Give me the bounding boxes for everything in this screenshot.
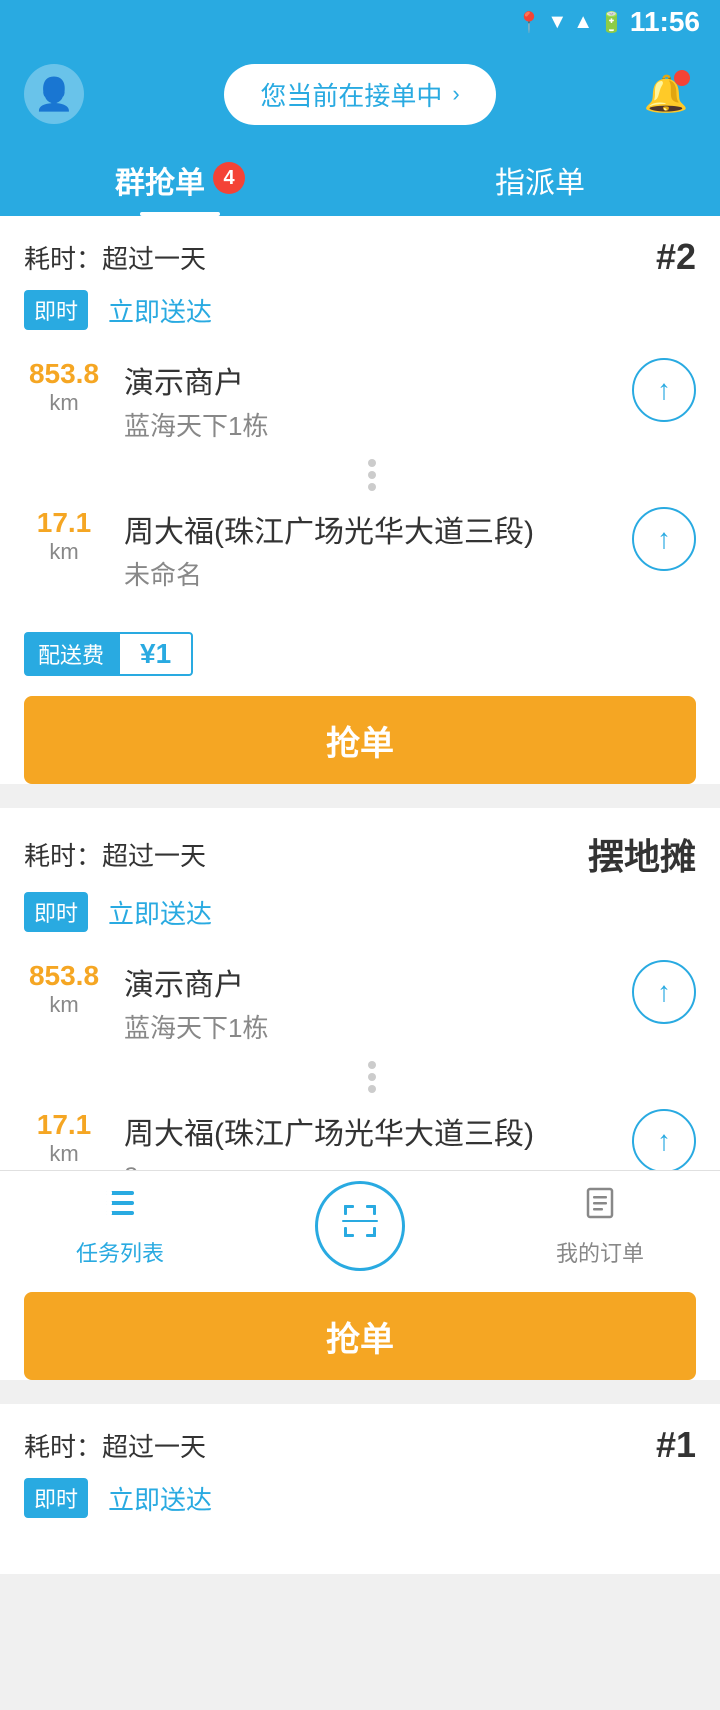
pickup-nav-btn-2[interactable]: ↑ xyxy=(632,960,696,1024)
delivery-detail-1: 未命名 xyxy=(124,555,612,592)
up-arrow-icon-4: ↑ xyxy=(657,1125,671,1157)
order-card-2: 耗时：超过一天 摆地摊 即时 立即送达 853.8 km 演示商户 蓝海天下1栋… xyxy=(0,808,720,1380)
instant-badge-3: 即时 xyxy=(24,1478,88,1518)
pickup-unit-2: km xyxy=(24,992,104,1018)
pickup-point-2: 853.8 km 演示商户 蓝海天下1栋 ↑ xyxy=(24,948,696,1057)
notification-button[interactable]: 🔔 xyxy=(636,64,696,124)
delivery-distance-1: 17.1 xyxy=(24,507,104,539)
grab-button-2[interactable]: 抢单 xyxy=(24,1292,696,1380)
order-num-3: #1 xyxy=(656,1424,696,1466)
pickup-detail-1: 蓝海天下1栋 xyxy=(124,406,612,443)
route-connector-2 xyxy=(48,1057,696,1097)
scan-button-wrap[interactable] xyxy=(240,1181,480,1271)
delivery-unit-2: km xyxy=(24,1141,104,1167)
status-pill[interactable]: 您当前在接单中 › xyxy=(224,64,495,125)
order-num-2: 摆地摊 xyxy=(588,828,696,880)
bottom-navigation: 任务列表 xyxy=(0,1170,720,1280)
my-orders-label: 我的订单 xyxy=(556,1236,644,1268)
price-value-1: ¥1 xyxy=(118,632,193,676)
delivery-point-1: 17.1 km 周大福(珠江广场光华大道三段) 未命名 ↑ xyxy=(24,495,696,604)
tab-bar: 群抢单 4 指派单 xyxy=(0,144,720,216)
signal-icon: ▲ xyxy=(573,11,593,34)
delivery-nav-btn-1[interactable]: ↑ xyxy=(632,507,696,571)
price-label-1: 配送费 xyxy=(24,632,118,676)
card-header-2: 耗时：超过一天 摆地摊 xyxy=(0,808,720,892)
instant-text-1: 立即送达 xyxy=(108,292,212,329)
tab-group-grab[interactable]: 群抢单 4 xyxy=(0,144,360,216)
up-arrow-icon-2: ↑ xyxy=(657,523,671,555)
time-label-2: 耗时：超过一天 xyxy=(24,836,206,873)
pickup-name-2: 演示商户 xyxy=(124,960,612,1004)
grab-button-1[interactable]: 抢单 xyxy=(24,696,696,784)
order-card-1: 耗时：超过一天 #2 即时 立即送达 853.8 km 演示商户 蓝海天下1栋 … xyxy=(0,216,720,784)
pickup-distance-1: 853.8 xyxy=(24,358,104,390)
tab-assign[interactable]: 指派单 xyxy=(360,144,720,216)
tab-group-grab-badge: 4 xyxy=(213,162,245,194)
notification-dot xyxy=(674,70,690,86)
price-row-1: 配送费 ¥1 xyxy=(0,620,720,688)
card-header-1: 耗时：超过一天 #2 xyxy=(0,216,720,290)
order-num-1: #2 xyxy=(656,236,696,278)
status-bar: 📍 ▼ ▲ 🔋 11:56 xyxy=(0,0,720,44)
delivery-name-2: 周大福(珠江广场光华大道三段) xyxy=(124,1109,612,1153)
status-icons: 📍 ▼ ▲ 🔋 11:56 xyxy=(517,6,700,38)
user-icon: 👤 xyxy=(34,75,74,113)
top-header: 👤 您当前在接单中 › 🔔 xyxy=(0,44,720,144)
pickup-unit-1: km xyxy=(24,390,104,416)
up-arrow-icon: ↑ xyxy=(657,374,671,406)
location-icon: 📍 xyxy=(517,10,542,35)
pickup-detail-2: 蓝海天下1栋 xyxy=(124,1008,612,1045)
route-section-1: 853.8 km 演示商户 蓝海天下1栋 ↑ 17.1 xyxy=(0,346,720,620)
task-list-icon xyxy=(100,1183,140,1232)
tab-group-grab-label: 群抢单 xyxy=(115,158,205,202)
pickup-point-1: 853.8 km 演示商户 蓝海天下1栋 ↑ xyxy=(24,346,696,455)
card-header-3: 耗时：超过一天 #1 xyxy=(0,1404,720,1478)
wifi-icon: ▼ xyxy=(547,11,567,34)
time-label-1: 耗时：超过一天 xyxy=(24,239,206,276)
nav-item-my-orders[interactable]: 我的订单 xyxy=(480,1171,720,1280)
order-list: 耗时：超过一天 #2 即时 立即送达 853.8 km 演示商户 蓝海天下1栋 … xyxy=(0,216,720,1710)
time-label-3: 耗时：超过一天 xyxy=(24,1427,206,1464)
instant-text-2: 立即送达 xyxy=(108,894,212,931)
my-orders-icon xyxy=(580,1183,620,1232)
pickup-distance-2: 853.8 xyxy=(24,960,104,992)
chevron-right-icon: › xyxy=(452,81,459,107)
delivery-distance-2: 17.1 xyxy=(24,1109,104,1141)
status-pill-text: 您当前在接单中 xyxy=(260,76,442,113)
battery-icon: 🔋 xyxy=(599,10,624,35)
delivery-nav-btn-2[interactable]: ↑ xyxy=(632,1109,696,1173)
instant-badge-2: 即时 xyxy=(24,892,88,932)
task-list-label: 任务列表 xyxy=(76,1236,164,1268)
delivery-unit-1: km xyxy=(24,539,104,565)
order-card-3: 耗时：超过一天 #1 即时 立即送达 xyxy=(0,1404,720,1574)
tab-assign-label: 指派单 xyxy=(495,158,585,202)
avatar-button[interactable]: 👤 xyxy=(24,64,84,124)
nav-item-task-list[interactable]: 任务列表 xyxy=(0,1171,240,1280)
delivery-name-1: 周大福(珠江广场光华大道三段) xyxy=(124,507,612,551)
scan-icon xyxy=(338,1199,382,1253)
pickup-name-1: 演示商户 xyxy=(124,358,612,402)
instant-badge-1: 即时 xyxy=(24,290,88,330)
route-connector-1 xyxy=(48,455,696,495)
up-arrow-icon-3: ↑ xyxy=(657,976,671,1008)
instant-text-3: 立即送达 xyxy=(108,1480,212,1517)
pickup-nav-btn-1[interactable]: ↑ xyxy=(632,358,696,422)
clock: 11:56 xyxy=(630,6,700,38)
scan-circle[interactable] xyxy=(315,1181,405,1271)
